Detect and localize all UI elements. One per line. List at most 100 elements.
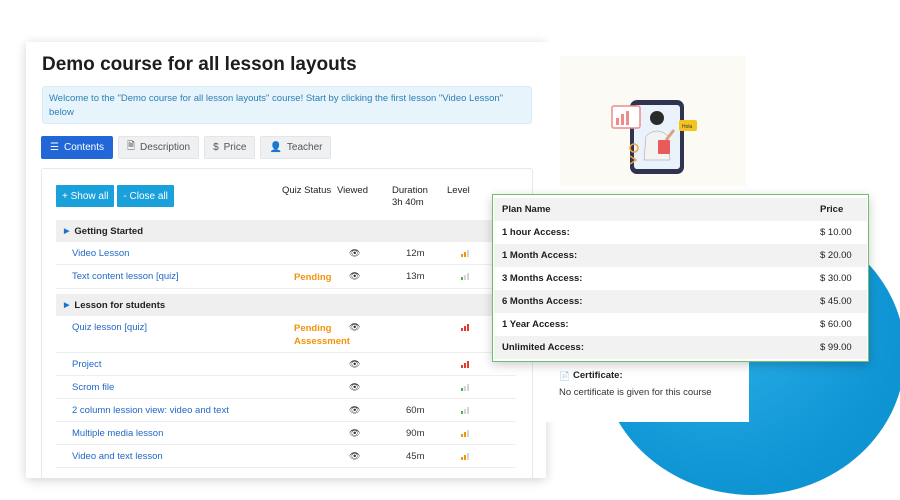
lesson-duration: 45m <box>406 451 425 462</box>
lesson-row[interactable]: Multiple media lesson 👁 90m <box>56 422 516 445</box>
tab-label: Price <box>223 142 247 153</box>
teacher-phone-illustration: Hola <box>611 100 697 174</box>
section-title: Lesson for students <box>74 299 166 311</box>
price-row[interactable]: 3 Months Access: $ 30.00 <box>494 267 867 290</box>
lesson-link[interactable]: Project <box>72 359 102 370</box>
course-illustration: Hola <box>560 56 746 186</box>
header-level: Level <box>447 185 470 196</box>
plan-price: $ 99.00 <box>820 342 852 353</box>
eye-icon: 👁 <box>349 405 361 415</box>
plan-price: $ 10.00 <box>820 227 852 238</box>
welcome-alert: Welcome to the "Demo course for all less… <box>42 86 532 124</box>
lesson-link[interactable]: Scrom file <box>72 382 114 393</box>
lesson-duration: 13m <box>406 271 425 282</box>
lesson-link[interactable]: Multiple media lesson <box>72 428 163 439</box>
price-row[interactable]: 1 Year Access: $ 60.00 <box>494 313 867 336</box>
plan-name: Unlimited Access: <box>502 342 585 353</box>
section-header[interactable]: ▶ Lesson for students <box>56 294 528 316</box>
section-title: Getting Started <box>74 225 144 237</box>
plan-name: 1 Year Access: <box>502 319 569 330</box>
eye-icon: 👁 <box>349 322 361 332</box>
tab-label: Description <box>140 142 191 153</box>
level-bars-icon <box>461 430 469 437</box>
eye-icon: 👁 <box>349 271 361 281</box>
page: Demo course for all lesson layouts Welco… <box>0 0 900 500</box>
lesson-row[interactable]: Video and text lesson 👁 45m <box>56 445 516 468</box>
price-row[interactable]: 1 Month Access: $ 20.00 <box>494 244 867 267</box>
plan-name: 3 Months Access: <box>502 273 583 284</box>
contents-panel: + Show all - Close all Quiz Status Viewe… <box>41 168 533 478</box>
quiz-status: Pending Assessment <box>294 322 350 348</box>
plan-name: 1 hour Access: <box>502 227 570 238</box>
lesson-row[interactable]: Scrom file 👁 <box>56 376 516 399</box>
plan-name: 1 Month Access: <box>502 250 578 261</box>
eye-icon: 👁 <box>349 428 361 438</box>
dollar-icon: $ <box>213 142 219 153</box>
eye-icon: 👁 <box>349 451 361 461</box>
tab-teacher[interactable]: 👤 Teacher <box>260 136 332 159</box>
plan-price: $ 60.00 <box>820 319 852 330</box>
document-icon: 🗎 <box>127 141 136 152</box>
page-title: Demo course for all lesson layouts <box>42 54 357 75</box>
lesson-row[interactable]: Project 👁 <box>56 353 516 376</box>
lesson-link[interactable]: 2 column lession view: video and text <box>72 405 229 416</box>
header-viewed: Viewed <box>337 185 368 196</box>
price-row[interactable]: 1 hour Access: $ 10.00 <box>494 221 867 244</box>
eye-icon: 👁 <box>349 359 361 369</box>
level-bars-icon <box>461 453 469 460</box>
quiz-status-line: Pending <box>294 323 332 334</box>
tab-label: Teacher <box>286 142 323 153</box>
user-icon: 👤 <box>269 142 282 153</box>
lesson-link[interactable]: Video and text lesson <box>72 451 163 462</box>
certificate-text: No certificate is given for this course <box>559 387 712 398</box>
section-header[interactable]: ▶ Getting Started <box>56 220 528 242</box>
tab-price[interactable]: $ Price <box>204 136 256 159</box>
lesson-duration: 60m <box>406 405 425 416</box>
plan-price: $ 45.00 <box>820 296 852 307</box>
tab-label: Contents <box>63 142 104 153</box>
plan-price: $ 30.00 <box>820 273 852 284</box>
plan-price: $ 20.00 <box>820 250 852 261</box>
header-plan-name: Plan Name <box>502 204 551 215</box>
header-duration-total: 3h 40m <box>392 197 424 208</box>
show-all-button[interactable]: + Show all <box>56 185 115 207</box>
lesson-duration: 12m <box>406 248 425 259</box>
quiz-status-line: Assessment <box>294 336 350 347</box>
eye-icon: 👁 <box>349 382 361 392</box>
price-row[interactable]: Unlimited Access: $ 99.00 <box>494 336 867 359</box>
lesson-row[interactable]: 2 column lession view: video and text 👁 … <box>56 399 516 422</box>
header-duration-label: Duration <box>392 185 428 196</box>
lesson-link[interactable]: Quiz lesson [quiz] <box>72 322 147 333</box>
level-bars-icon <box>461 250 469 257</box>
header-duration: Duration 3h 40m <box>392 185 428 209</box>
list-icon: ☰ <box>50 142 59 153</box>
caret-right-icon: ▶ <box>64 228 70 235</box>
caret-right-icon: ▶ <box>64 302 70 309</box>
level-bars-icon <box>461 361 469 368</box>
lesson-link[interactable]: Text content lesson [quiz] <box>72 271 179 282</box>
level-bars-icon <box>461 407 469 414</box>
lesson-row[interactable]: Quiz lesson [quiz] Pending Assessment 👁 <box>56 316 516 353</box>
header-price: Price <box>820 204 844 215</box>
tab-bar: ☰ Contents 🗎 Description $ Price 👤 Teach… <box>41 136 332 159</box>
quiz-status: Pending <box>294 272 332 283</box>
lesson-duration: 90m <box>406 428 425 439</box>
lesson-link[interactable]: Video Lesson <box>72 248 129 259</box>
eye-icon: 👁 <box>349 248 361 258</box>
certificate-icon: 📄 <box>559 371 571 381</box>
price-table-header: Plan Name Price <box>494 198 867 221</box>
speech-bubble-text: Hola <box>682 124 693 130</box>
plan-name: 6 Months Access: <box>502 296 583 307</box>
price-table-popup: Plan Name Price 1 hour Access: $ 10.00 1… <box>492 194 869 362</box>
price-row[interactable]: 6 Months Access: $ 45.00 <box>494 290 867 313</box>
tab-description[interactable]: 🗎 Description <box>118 136 200 159</box>
header-quiz-status: Quiz Status <box>282 185 332 196</box>
expand-controls: + Show all - Close all <box>56 185 174 207</box>
lesson-row[interactable]: Text content lesson [quiz] Pending 👁 13m <box>56 265 516 289</box>
course-card: Demo course for all lesson layouts Welco… <box>26 42 546 478</box>
certificate-label: Certificate: <box>573 370 623 381</box>
lesson-row[interactable]: Video Lesson 👁 12m <box>56 242 516 265</box>
close-all-button[interactable]: - Close all <box>117 185 174 207</box>
tab-contents[interactable]: ☰ Contents <box>41 136 113 159</box>
level-bars-icon <box>461 273 469 280</box>
